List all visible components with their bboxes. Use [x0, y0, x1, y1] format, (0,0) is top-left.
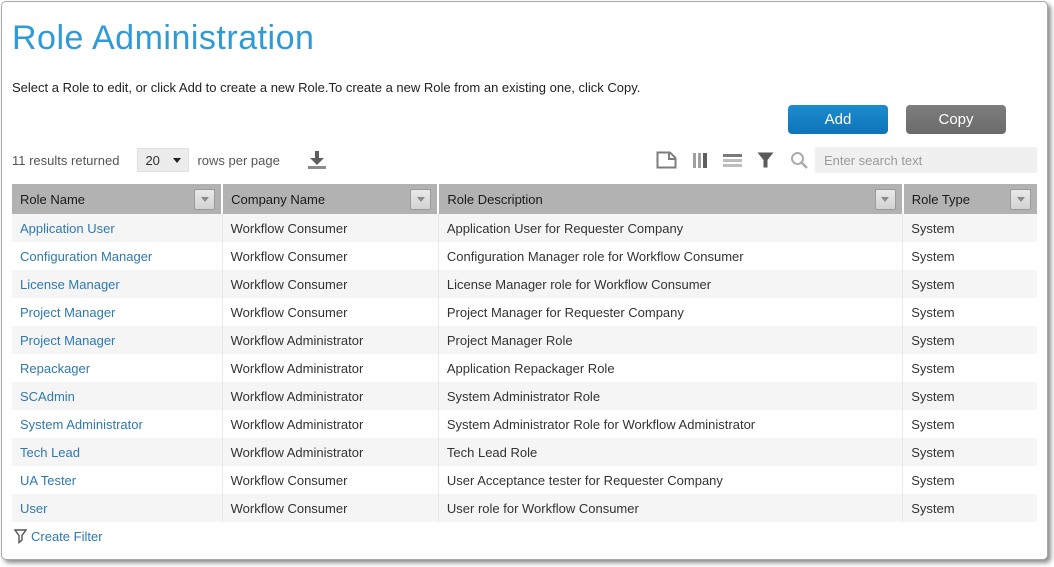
- table-row[interactable]: Project Manager Workflow Consumer Projec…: [12, 298, 1037, 326]
- chevron-down-icon: [417, 197, 425, 202]
- company-name-cell: Workflow Administrator: [222, 410, 438, 438]
- document-icon[interactable]: [656, 151, 677, 169]
- role-type-cell: System: [903, 298, 1037, 326]
- company-name-cell: Workflow Administrator: [222, 354, 438, 382]
- role-type-cell: System: [903, 326, 1037, 354]
- copy-button[interactable]: Copy: [906, 105, 1006, 134]
- search-icon: [790, 151, 809, 170]
- column-header-role-name[interactable]: Role Name: [12, 184, 222, 214]
- page-title: Role Administration: [12, 18, 1037, 58]
- column-header-role-description[interactable]: Role Description: [438, 184, 902, 214]
- role-name-link[interactable]: Configuration Manager: [20, 249, 152, 264]
- table-row[interactable]: Configuration Manager Workflow Consumer …: [12, 242, 1037, 270]
- table-row[interactable]: Application User Workflow Consumer Appli…: [12, 214, 1037, 242]
- roles-table: Role Name Company Name Role Description: [12, 184, 1037, 522]
- search-input[interactable]: [815, 147, 1037, 173]
- rows-per-page-select[interactable]: 20: [137, 148, 189, 172]
- results-count: 11 results returned: [12, 153, 119, 168]
- company-name-cell: Workflow Consumer: [222, 494, 438, 522]
- dropdown-caret-icon: [173, 158, 181, 163]
- column-header-company-name[interactable]: Company Name: [222, 184, 438, 214]
- create-filter-funnel-icon: [14, 529, 27, 544]
- role-description-cell: License Manager role for Workflow Consum…: [438, 270, 902, 298]
- column-header-role-type[interactable]: Role Type: [903, 184, 1037, 214]
- role-name-link[interactable]: UA Tester: [20, 473, 76, 488]
- rows-icon[interactable]: [723, 153, 742, 168]
- role-description-cell: Project Manager Role: [438, 326, 902, 354]
- search-area: [790, 147, 1037, 173]
- rows-per-page-label: rows per page: [197, 153, 279, 168]
- table-row[interactable]: System Administrator Workflow Administra…: [12, 410, 1037, 438]
- role-description-cell: Configuration Manager role for Workflow …: [438, 242, 902, 270]
- role-description-cell: Project Manager for Requester Company: [438, 298, 902, 326]
- create-filter-link[interactable]: Create Filter: [31, 529, 103, 544]
- company-name-cell: Workflow Consumer: [222, 298, 438, 326]
- company-name-cell: Workflow Consumer: [222, 214, 438, 242]
- company-name-cell: Workflow Administrator: [222, 382, 438, 410]
- role-name-link[interactable]: Project Manager: [20, 305, 115, 320]
- chevron-down-icon: [1017, 197, 1025, 202]
- download-arrow-glyph: [306, 149, 328, 171]
- column-filter-dropdown[interactable]: [194, 189, 215, 210]
- role-type-cell: System: [903, 466, 1037, 494]
- table-footer: Create Filter: [12, 522, 1037, 550]
- page-subtitle: Select a Role to edit, or click Add to c…: [12, 80, 1037, 95]
- column-filter-dropdown[interactable]: [1010, 189, 1031, 210]
- column-filter-dropdown[interactable]: [410, 189, 431, 210]
- role-description-cell: Application User for Requester Company: [438, 214, 902, 242]
- role-name-link[interactable]: System Administrator: [20, 417, 143, 432]
- table-row[interactable]: Project Manager Workflow Administrator P…: [12, 326, 1037, 354]
- table-row[interactable]: Tech Lead Workflow Administrator Tech Le…: [12, 438, 1037, 466]
- chevron-down-icon: [201, 197, 209, 202]
- role-type-cell: System: [903, 214, 1037, 242]
- grid-view-icons: [656, 151, 774, 169]
- column-label: Role Type: [912, 192, 970, 207]
- column-label: Role Name: [20, 192, 85, 207]
- table-body: Application User Workflow Consumer Appli…: [12, 214, 1037, 522]
- role-type-cell: System: [903, 438, 1037, 466]
- role-type-cell: System: [903, 354, 1037, 382]
- role-name-link[interactable]: SCAdmin: [20, 389, 75, 404]
- role-description-cell: System Administrator Role: [438, 382, 902, 410]
- add-button[interactable]: Add: [788, 105, 888, 134]
- table-header: Role Name Company Name Role Description: [12, 184, 1037, 214]
- chevron-down-icon: [881, 197, 889, 202]
- company-name-cell: Workflow Consumer: [222, 270, 438, 298]
- role-type-cell: System: [903, 382, 1037, 410]
- role-description-cell: Application Repackager Role: [438, 354, 902, 382]
- grid-toolbar: 11 results returned 20 rows per page: [12, 147, 1037, 173]
- column-label: Role Description: [447, 192, 542, 207]
- role-administration-page: Role Administration Select a Role to edi…: [1, 1, 1048, 560]
- company-name-cell: Workflow Administrator: [222, 326, 438, 354]
- columns-icon[interactable]: [692, 152, 708, 169]
- rows-per-page-value: 20: [145, 153, 159, 168]
- role-name-link[interactable]: Project Manager: [20, 333, 115, 348]
- table-row[interactable]: SCAdmin Workflow Administrator System Ad…: [12, 382, 1037, 410]
- role-description-cell: Tech Lead Role: [438, 438, 902, 466]
- table-row[interactable]: License Manager Workflow Consumer Licens…: [12, 270, 1037, 298]
- export-download-icon[interactable]: [306, 149, 328, 171]
- role-type-cell: System: [903, 494, 1037, 522]
- role-name-link[interactable]: User: [20, 501, 47, 516]
- role-name-link[interactable]: Application User: [20, 221, 115, 236]
- column-label: Company Name: [231, 192, 325, 207]
- company-name-cell: Workflow Administrator: [222, 438, 438, 466]
- table-row[interactable]: Repackager Workflow Administrator Applic…: [12, 354, 1037, 382]
- role-name-link[interactable]: Repackager: [20, 361, 90, 376]
- role-type-cell: System: [903, 270, 1037, 298]
- role-type-cell: System: [903, 242, 1037, 270]
- company-name-cell: Workflow Consumer: [222, 242, 438, 270]
- role-description-cell: System Administrator Role for Workflow A…: [438, 410, 902, 438]
- role-type-cell: System: [903, 410, 1037, 438]
- role-name-link[interactable]: Tech Lead: [20, 445, 80, 460]
- role-description-cell: User Acceptance tester for Requester Com…: [438, 466, 902, 494]
- company-name-cell: Workflow Consumer: [222, 466, 438, 494]
- action-buttons: Add Copy: [12, 105, 1037, 134]
- table-row[interactable]: UA Tester Workflow Consumer User Accepta…: [12, 466, 1037, 494]
- role-name-link[interactable]: License Manager: [20, 277, 120, 292]
- table-row[interactable]: User Workflow Consumer User role for Wor…: [12, 494, 1037, 522]
- filter-funnel-icon[interactable]: [757, 152, 774, 168]
- column-filter-dropdown[interactable]: [875, 189, 896, 210]
- role-description-cell: User role for Workflow Consumer: [438, 494, 902, 522]
